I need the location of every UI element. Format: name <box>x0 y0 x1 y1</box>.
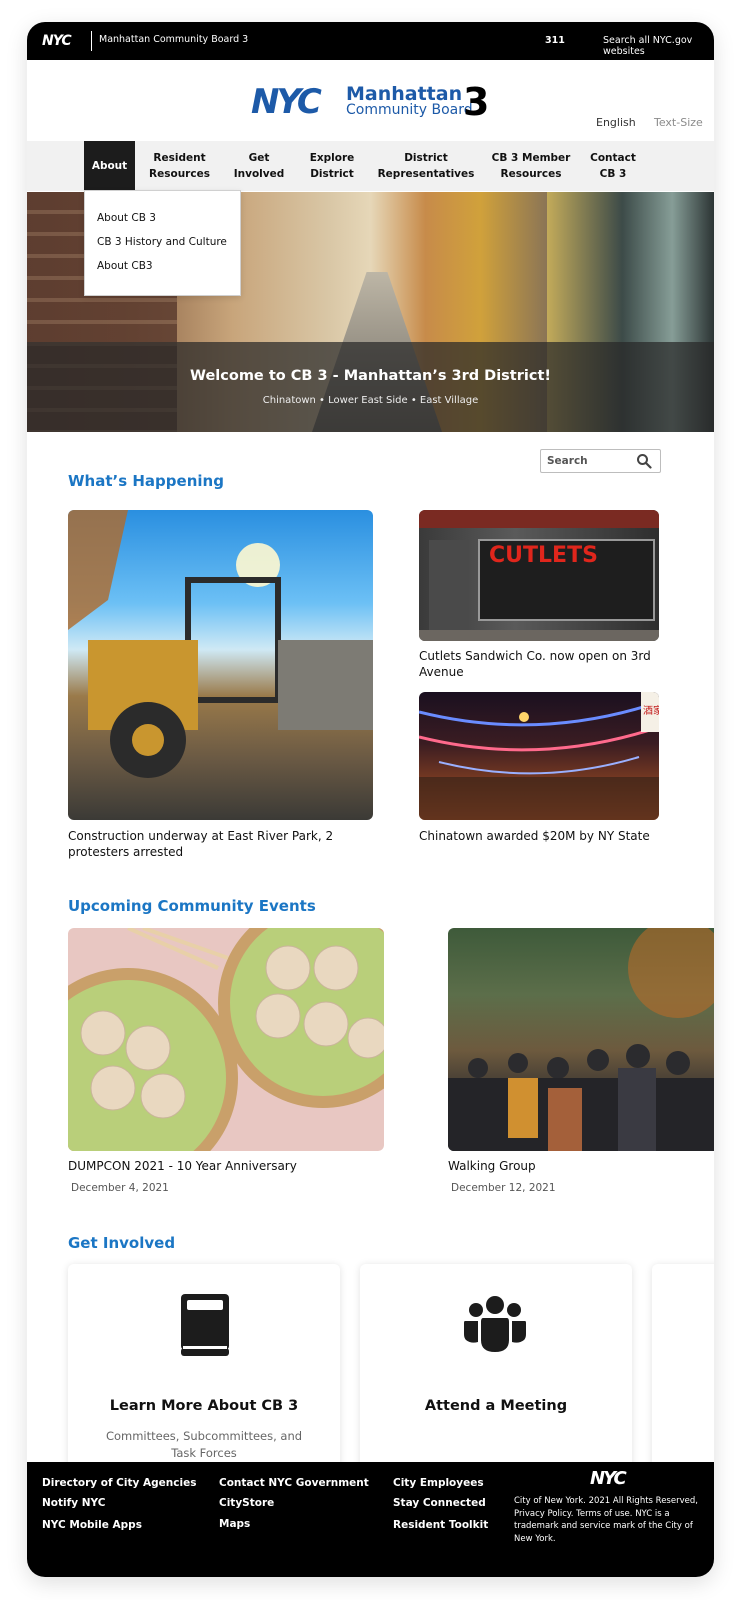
divider <box>91 31 92 51</box>
footer-link-resident-toolkit[interactable]: Resident Toolkit <box>393 1519 488 1531</box>
footer-link-mobile-apps[interactable]: NYC Mobile Apps <box>42 1519 142 1531</box>
whats-happening-title: What’s Happening <box>68 472 224 490</box>
nav-district-representatives[interactable]: District Representatives <box>376 141 476 191</box>
story-image-chinatown[interactable]: 酒家 <box>419 692 659 820</box>
footer-link-citystore[interactable]: CityStore <box>219 1497 274 1509</box>
nav-member-resources[interactable]: CB 3 Member Resources <box>491 141 571 191</box>
card-title-learn-more: Learn More About CB 3 <box>109 1398 299 1414</box>
story-caption-chinatown[interactable]: Chinatown awarded $20M by NY State <box>419 828 664 844</box>
hero-overlay <box>27 342 714 432</box>
nav-explore-district[interactable]: Explore District <box>302 141 362 191</box>
events-title: Upcoming Community Events <box>68 897 316 915</box>
footer-link-maps[interactable]: Maps <box>219 1518 250 1530</box>
search-input[interactable]: Search <box>540 449 661 473</box>
cutlets-sign-text: CUTLETS <box>489 543 598 568</box>
dropdown-item-about-cb3[interactable]: About CB 3 <box>97 212 156 224</box>
dropdown-item-about-cb3-alt[interactable]: About CB3 <box>97 260 153 272</box>
card-attend-meeting[interactable]: Attend a Meeting <box>360 1264 632 1484</box>
footer-nyc-logo[interactable]: NYC <box>590 1468 627 1489</box>
story-image-cutlets[interactable]: CUTLETS <box>419 510 659 641</box>
book-icon <box>181 1294 229 1356</box>
get-involved-title: Get Involved <box>68 1234 176 1252</box>
main-nav: About Resident Resources Get Involved Ex… <box>27 141 714 191</box>
event-title-dumpcon[interactable]: DUMPCON 2021 - 10 Year Anniversary <box>68 1158 297 1174</box>
footer-link-city-employees[interactable]: City Employees <box>393 1477 484 1489</box>
site-footer: Directory of City Agencies Notify NYC NY… <box>27 1462 714 1577</box>
brand-number: 3 <box>463 80 490 124</box>
story-caption-construction[interactable]: Construction underway at East River Park… <box>68 828 368 860</box>
brand-line2: Community Board <box>346 102 473 118</box>
card-desc-learn-more: Committees, Subcommittees, and Task Forc… <box>105 1429 303 1460</box>
chinatown-sign-text: 酒家 <box>643 704 659 717</box>
story-image-construction[interactable] <box>68 510 373 820</box>
card-learn-more[interactable]: Learn More About CB 3 Committees, Subcom… <box>68 1264 340 1484</box>
card-partial[interactable] <box>652 1264 714 1484</box>
event-date-dumpcon: December 4, 2021 <box>71 1182 169 1194</box>
about-dropdown: About CB 3 CB 3 History and Culture Abou… <box>84 190 241 296</box>
event-image-walking-group[interactable] <box>448 928 714 1151</box>
brand-nyc: NYC <box>251 82 322 122</box>
nav-about[interactable]: About <box>84 141 135 191</box>
nyc-logo[interactable]: NYC <box>42 33 72 49</box>
site-name-link[interactable]: Manhattan Community Board 3 <box>99 34 248 45</box>
brand-line1: Manhattan <box>346 83 463 105</box>
link-311[interactable]: 311 <box>545 35 565 46</box>
hero-subtitle: Chinatown • Lower East Side • East Villa… <box>262 395 479 406</box>
event-title-walking-group[interactable]: Walking Group <box>448 1158 536 1174</box>
footer-legal-text: City of New York. 2021 All Rights Reserv… <box>514 1496 698 1544</box>
event-image-dumpcon[interactable] <box>68 928 384 1151</box>
language-selector[interactable]: English <box>596 116 636 129</box>
card-title-attend-meeting: Attend a Meeting <box>424 1398 568 1414</box>
top-bar: NYC Manhattan Community Board 3 311 Sear… <box>27 22 714 60</box>
footer-link-notify[interactable]: Notify NYC <box>42 1497 105 1509</box>
text-size-control[interactable]: Text-Size <box>654 116 703 129</box>
footer-link-stay-connected[interactable]: Stay Connected <box>393 1497 486 1509</box>
nav-resident-resources[interactable]: Resident Resources <box>142 141 217 191</box>
search-all-link[interactable]: Search all NYC.gov websites <box>603 35 714 57</box>
search-icon[interactable] <box>636 453 652 469</box>
footer-link-contact-gov[interactable]: Contact NYC Government <box>219 1477 369 1489</box>
page-frame: NYC Manhattan Community Board 3 311 Sear… <box>27 22 714 1577</box>
footer-link-directory[interactable]: Directory of City Agencies <box>42 1477 196 1489</box>
event-date-walking-group: December 12, 2021 <box>451 1182 556 1194</box>
dropdown-item-history[interactable]: CB 3 History and Culture <box>97 236 227 248</box>
nav-contact[interactable]: Contact CB 3 <box>585 141 641 191</box>
nav-get-involved[interactable]: Get Involved <box>230 141 288 191</box>
story-caption-cutlets[interactable]: Cutlets Sandwich Co. now open on 3rd Ave… <box>419 648 664 680</box>
people-icon <box>464 1296 526 1352</box>
hero-title: Welcome to CB 3 - Manhattan’s 3rd Distri… <box>189 368 551 384</box>
search-placeholder: Search <box>547 455 588 467</box>
